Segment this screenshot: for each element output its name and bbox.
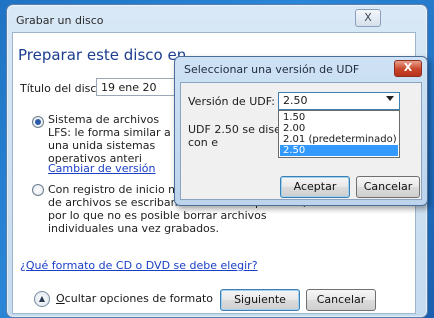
udf-version-select[interactable]: 2.50 bbox=[278, 92, 400, 110]
chevron-down-icon[interactable] bbox=[386, 96, 394, 101]
accept-button[interactable]: Aceptar bbox=[280, 176, 350, 198]
dropdown-option[interactable]: 1.50 bbox=[280, 112, 398, 123]
udf-dialog-title: Seleccionar una versión de UDF bbox=[184, 63, 360, 76]
change-version-link[interactable]: Cambiar de versión bbox=[48, 162, 155, 175]
dropdown-option-selected[interactable]: 2.50 bbox=[280, 145, 398, 156]
dropdown-option[interactable]: 2.01 (predeterminado) bbox=[280, 134, 398, 145]
cancel-button[interactable]: Cancelar bbox=[306, 289, 376, 311]
lfs-radio[interactable] bbox=[32, 116, 44, 128]
format-help-link[interactable]: ¿Qué formato de CD o DVD se debe elegir? bbox=[20, 259, 258, 272]
window-title: Grabar un disco bbox=[16, 14, 104, 27]
lfs-option-label: Sistema de archivos LFS: le forma simila… bbox=[48, 113, 171, 165]
hide-options-accesskey: O bbox=[56, 292, 65, 305]
mastered-radio[interactable] bbox=[32, 184, 44, 196]
udf-version-label: Versión de UDF: bbox=[188, 95, 275, 108]
udf-cancel-button[interactable]: Cancelar bbox=[356, 176, 420, 198]
page-heading: Preparar este disco en bbox=[18, 46, 187, 64]
disc-title-label: Título del disco: bbox=[20, 82, 107, 95]
close-button[interactable]: X bbox=[355, 9, 381, 27]
hide-format-options-button[interactable]: Ocultar opciones de formato bbox=[56, 292, 213, 305]
udf-version-dropdown: 1.50 2.00 2.01 (predeterminado) 2.50 bbox=[278, 110, 400, 158]
hide-options-text: cultar opciones de formato bbox=[64, 292, 214, 305]
udf-close-button[interactable]: X bbox=[394, 60, 422, 77]
chevron-up-icon[interactable]: ▲ bbox=[34, 291, 50, 307]
dropdown-option[interactable]: 2.00 bbox=[280, 123, 398, 134]
next-button[interactable]: Siguiente bbox=[220, 289, 300, 311]
